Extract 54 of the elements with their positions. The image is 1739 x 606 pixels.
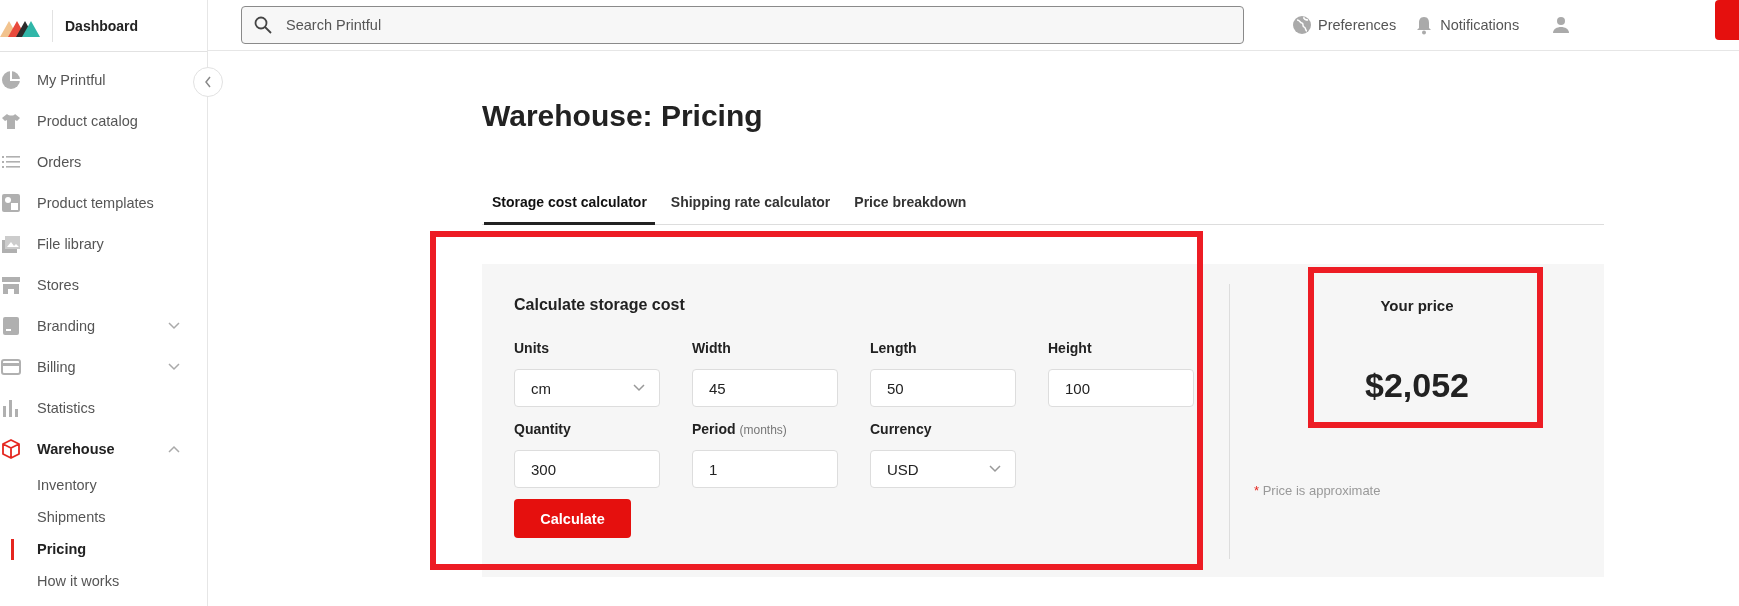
credit-card-icon — [1, 356, 21, 377]
price-note: * Price is approximate — [1254, 483, 1381, 498]
field-label: Period (months) — [692, 421, 788, 437]
bar-chart-icon — [1, 397, 21, 418]
field-label: Units — [514, 340, 550, 356]
collapse-sidebar-button[interactable] — [193, 67, 223, 97]
chevron-up-icon — [168, 444, 180, 453]
sidebar-item[interactable]: My Printful — [0, 59, 188, 100]
field-label: Currency — [870, 421, 933, 437]
sidebar-item[interactable]: Stores — [0, 264, 188, 305]
input-field[interactable]: 300 — [514, 450, 660, 488]
chevron-down-icon — [168, 321, 180, 330]
sidebar-item[interactable]: Product templates — [0, 182, 188, 223]
search-field[interactable]: Search Printful — [241, 6, 1244, 44]
input-field[interactable]: 100 — [1048, 369, 1194, 407]
tab[interactable]: Storage cost calculator — [484, 181, 655, 225]
form-title: Calculate storage cost — [514, 296, 686, 314]
field-label: Height — [1048, 340, 1093, 356]
tab[interactable]: Shipping rate calculator — [662, 181, 839, 225]
page-title: Warehouse: Pricing — [482, 99, 764, 134]
dropdown-field[interactable]: cm — [514, 369, 660, 407]
sidebar-subitem[interactable]: Pricing — [0, 533, 188, 565]
input-field[interactable]: 50 — [870, 369, 1016, 407]
notifications-link[interactable]: Notifications — [1414, 15, 1520, 35]
chevron-down-icon — [168, 362, 180, 371]
sidebar-item[interactable]: Branding — [0, 305, 188, 346]
user-icon[interactable] — [1551, 15, 1572, 35]
calculate-button[interactable]: Calculate — [514, 499, 631, 538]
sidebar-item[interactable]: File library — [0, 223, 188, 264]
field-label: Width — [692, 340, 732, 356]
sidebar-subitem[interactable]: How it works — [0, 565, 188, 597]
chevron-down-icon — [633, 384, 645, 392]
chevron-down-icon — [989, 465, 1001, 473]
input-field[interactable]: 45 — [692, 369, 838, 407]
tab[interactable]: Price breakdown — [846, 181, 975, 225]
chevron-left-icon — [204, 76, 212, 88]
dropdown-field[interactable]: USD — [870, 450, 1016, 488]
dashboard-link[interactable]: Dashboard — [65, 17, 139, 34]
price-value: $2,052 — [1365, 366, 1469, 405]
sidebar-item[interactable]: Product catalog — [0, 100, 188, 141]
sidebar-item[interactable]: Warehouse — [0, 428, 188, 469]
sidebar-item[interactable]: Statistics — [0, 387, 188, 428]
field-label: Quantity — [514, 421, 572, 437]
sidebar-subitem[interactable]: Shipments — [0, 501, 188, 533]
storefront-icon — [1, 274, 21, 295]
preferences-link[interactable]: Preferences — [1292, 15, 1397, 35]
sidebar-subitem[interactable]: Inventory — [0, 469, 188, 501]
sidebar-item[interactable]: Orders — [0, 141, 188, 182]
box-icon — [1, 438, 21, 459]
sidebar-item[interactable]: Billing — [0, 346, 188, 387]
field-label: Length — [870, 340, 918, 356]
price-label: Your price — [1380, 297, 1454, 314]
input-field[interactable]: 1 — [692, 450, 838, 488]
globe-icon — [1292, 15, 1312, 35]
